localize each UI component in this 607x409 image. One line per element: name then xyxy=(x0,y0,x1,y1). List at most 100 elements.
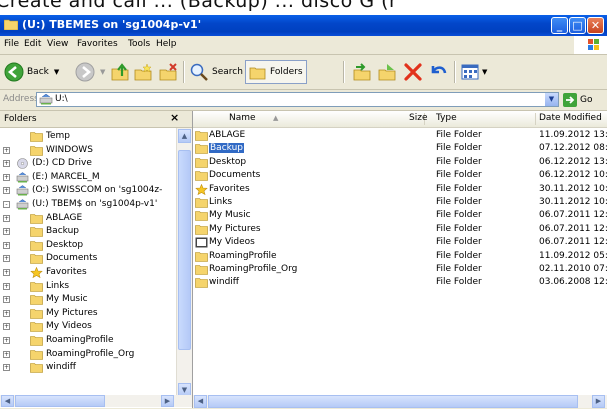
close-button[interactable]: ✕ xyxy=(587,17,604,34)
sort-arrow-icon: ▲ xyxy=(273,114,279,122)
delete-button[interactable] xyxy=(403,60,423,84)
cd-drive-icon xyxy=(17,158,28,169)
network-drive-icon xyxy=(16,199,29,210)
network-drive-icon xyxy=(16,185,29,196)
menu-help[interactable]: Help xyxy=(156,39,177,49)
item-date-modified: 06.12.2012 10: xyxy=(539,170,607,181)
close-pane-icon[interactable]: × xyxy=(170,111,179,124)
copy-to-button[interactable] xyxy=(377,60,397,84)
list-item[interactable]: windiff File Folder 03.06.2008 12: xyxy=(193,276,607,289)
expand-icon[interactable]: + xyxy=(3,364,10,372)
list-item[interactable]: My Pictures File Folder 06.07.2011 12: xyxy=(193,223,607,236)
new-folder-button[interactable] xyxy=(133,60,153,84)
expand-icon[interactable]: + xyxy=(3,269,10,276)
list-item[interactable]: My Videos File Folder 06.07.2011 12: xyxy=(193,236,607,249)
expand-icon[interactable]: + xyxy=(3,323,10,331)
expand-icon[interactable]: + xyxy=(3,241,10,249)
forward-dropdown-icon[interactable]: ▼ xyxy=(100,68,105,76)
item-date-modified: 06.07.2011 12: xyxy=(539,223,607,234)
list-item[interactable]: RoamingProfile_Org File Folder 02.11.2010 … xyxy=(193,263,607,276)
menu-view[interactable]: View xyxy=(47,39,68,49)
delete-folder-button[interactable] xyxy=(158,60,178,84)
network-drive-icon xyxy=(39,94,53,105)
expand-icon[interactable]: + xyxy=(3,146,10,154)
expand-icon[interactable]: + xyxy=(3,214,10,222)
views-button[interactable]: ▼ xyxy=(460,60,487,84)
address-input[interactable]: U:\ ▼ xyxy=(36,92,559,107)
list-item[interactable]: Desktop File Folder 06.12.2012 13: xyxy=(193,156,607,169)
list-item[interactable]: ABLAGE File Folder 11.09.2012 13: xyxy=(193,129,607,142)
collapse-icon[interactable]: - xyxy=(3,201,10,208)
folder-icon xyxy=(195,131,208,141)
expand-icon[interactable]: + xyxy=(3,282,10,290)
list-horizontal-scrollbar[interactable]: ◀ ▶ xyxy=(193,395,607,408)
list-item[interactable]: Favorites File Folder 30.11.2012 10: xyxy=(193,183,607,196)
tree-item-label: RoamingProfile_Org xyxy=(46,348,135,359)
expand-icon[interactable]: + xyxy=(3,173,10,181)
expand-icon[interactable]: + xyxy=(3,255,10,263)
expand-icon[interactable]: + xyxy=(3,337,10,344)
scroll-left-icon[interactable]: ◀ xyxy=(194,395,207,408)
expand-icon[interactable]: + xyxy=(3,309,10,317)
folder-icon xyxy=(195,144,208,155)
views-dropdown-icon[interactable]: ▼ xyxy=(482,68,487,76)
search-button[interactable]: Search xyxy=(189,60,243,84)
menu-edit[interactable]: Edit xyxy=(24,39,41,49)
item-name: ABLAGE xyxy=(209,130,246,140)
folder-icon xyxy=(195,211,208,222)
menu-tools[interactable]: Tools xyxy=(128,39,150,49)
column-date-modified[interactable]: Date Modified xyxy=(539,113,602,123)
column-type[interactable]: Type xyxy=(436,113,457,123)
forward-button[interactable]: ▼ xyxy=(75,60,105,84)
item-name: Links xyxy=(209,197,233,207)
folders-button[interactable]: Folders xyxy=(245,60,307,84)
menu-favorites[interactable]: Favorites xyxy=(77,39,118,49)
go-button[interactable]: Go xyxy=(563,92,592,107)
scroll-thumb[interactable] xyxy=(15,395,105,407)
expand-icon[interactable]: + xyxy=(3,187,10,195)
folder-icon xyxy=(30,145,43,156)
scroll-up-icon[interactable]: ▲ xyxy=(178,129,191,143)
expand-icon[interactable]: + xyxy=(3,296,10,304)
list-item[interactable]: My Music File Folder 06.07.2011 12: xyxy=(193,209,607,222)
list-item[interactable]: Backup File Folder 07.12.2012 08: xyxy=(193,142,607,155)
item-date-modified: 06.07.2011 12: xyxy=(539,210,607,221)
move-to-button[interactable] xyxy=(352,60,372,84)
folder-options-icon xyxy=(159,63,177,81)
delete-icon xyxy=(404,63,422,81)
expand-icon[interactable]: + xyxy=(3,160,10,168)
scroll-left-icon[interactable]: ◀ xyxy=(1,395,14,407)
search-icon xyxy=(190,63,208,81)
list-item[interactable]: Documents File Folder 06.12.2012 10: xyxy=(193,169,607,182)
back-dropdown-icon[interactable]: ▼ xyxy=(54,68,59,76)
column-divider[interactable] xyxy=(535,113,536,125)
expand-icon[interactable]: + xyxy=(3,350,10,358)
folders-vertical-scrollbar[interactable]: ▲ ▼ xyxy=(176,128,192,398)
scroll-thumb[interactable] xyxy=(178,150,191,350)
expand-icon[interactable]: + xyxy=(3,228,10,236)
scroll-thumb[interactable] xyxy=(208,395,578,408)
column-size[interactable]: Size xyxy=(409,113,427,123)
column-name[interactable]: Name xyxy=(229,113,256,123)
tree-item-label: Temp xyxy=(46,131,70,141)
address-dropdown-icon[interactable]: ▼ xyxy=(545,93,558,106)
title-bar[interactable]: (U:) TBEMES on 'sg1004p-v1' _ □ ✕ xyxy=(0,15,607,36)
forward-arrow-icon xyxy=(75,62,95,82)
up-folder-button[interactable] xyxy=(110,60,130,84)
scroll-right-icon[interactable]: ▶ xyxy=(592,395,605,408)
maximize-button[interactable]: □ xyxy=(569,17,586,34)
list-item[interactable]: Links File Folder 30.11.2012 10: xyxy=(193,196,607,209)
menu-file[interactable]: File xyxy=(4,39,19,49)
tree-item-label: Links xyxy=(46,280,70,291)
scroll-right-icon[interactable]: ▶ xyxy=(161,395,174,407)
document-caption: Create and call ... (Backup) ... disco G… xyxy=(0,0,607,15)
star-icon xyxy=(195,183,208,195)
folders-horizontal-scrollbar[interactable]: ◀ ▶ xyxy=(0,395,192,407)
list-item[interactable]: RoamingProfile File Folder 11.09.2012 05: xyxy=(193,250,607,263)
folder-icon xyxy=(195,171,208,181)
undo-button[interactable] xyxy=(428,60,448,84)
views-icon xyxy=(461,64,479,80)
back-button[interactable]: Back ▼ xyxy=(4,60,59,84)
minimize-button[interactable]: _ xyxy=(551,17,568,34)
item-name: Desktop xyxy=(209,156,247,167)
